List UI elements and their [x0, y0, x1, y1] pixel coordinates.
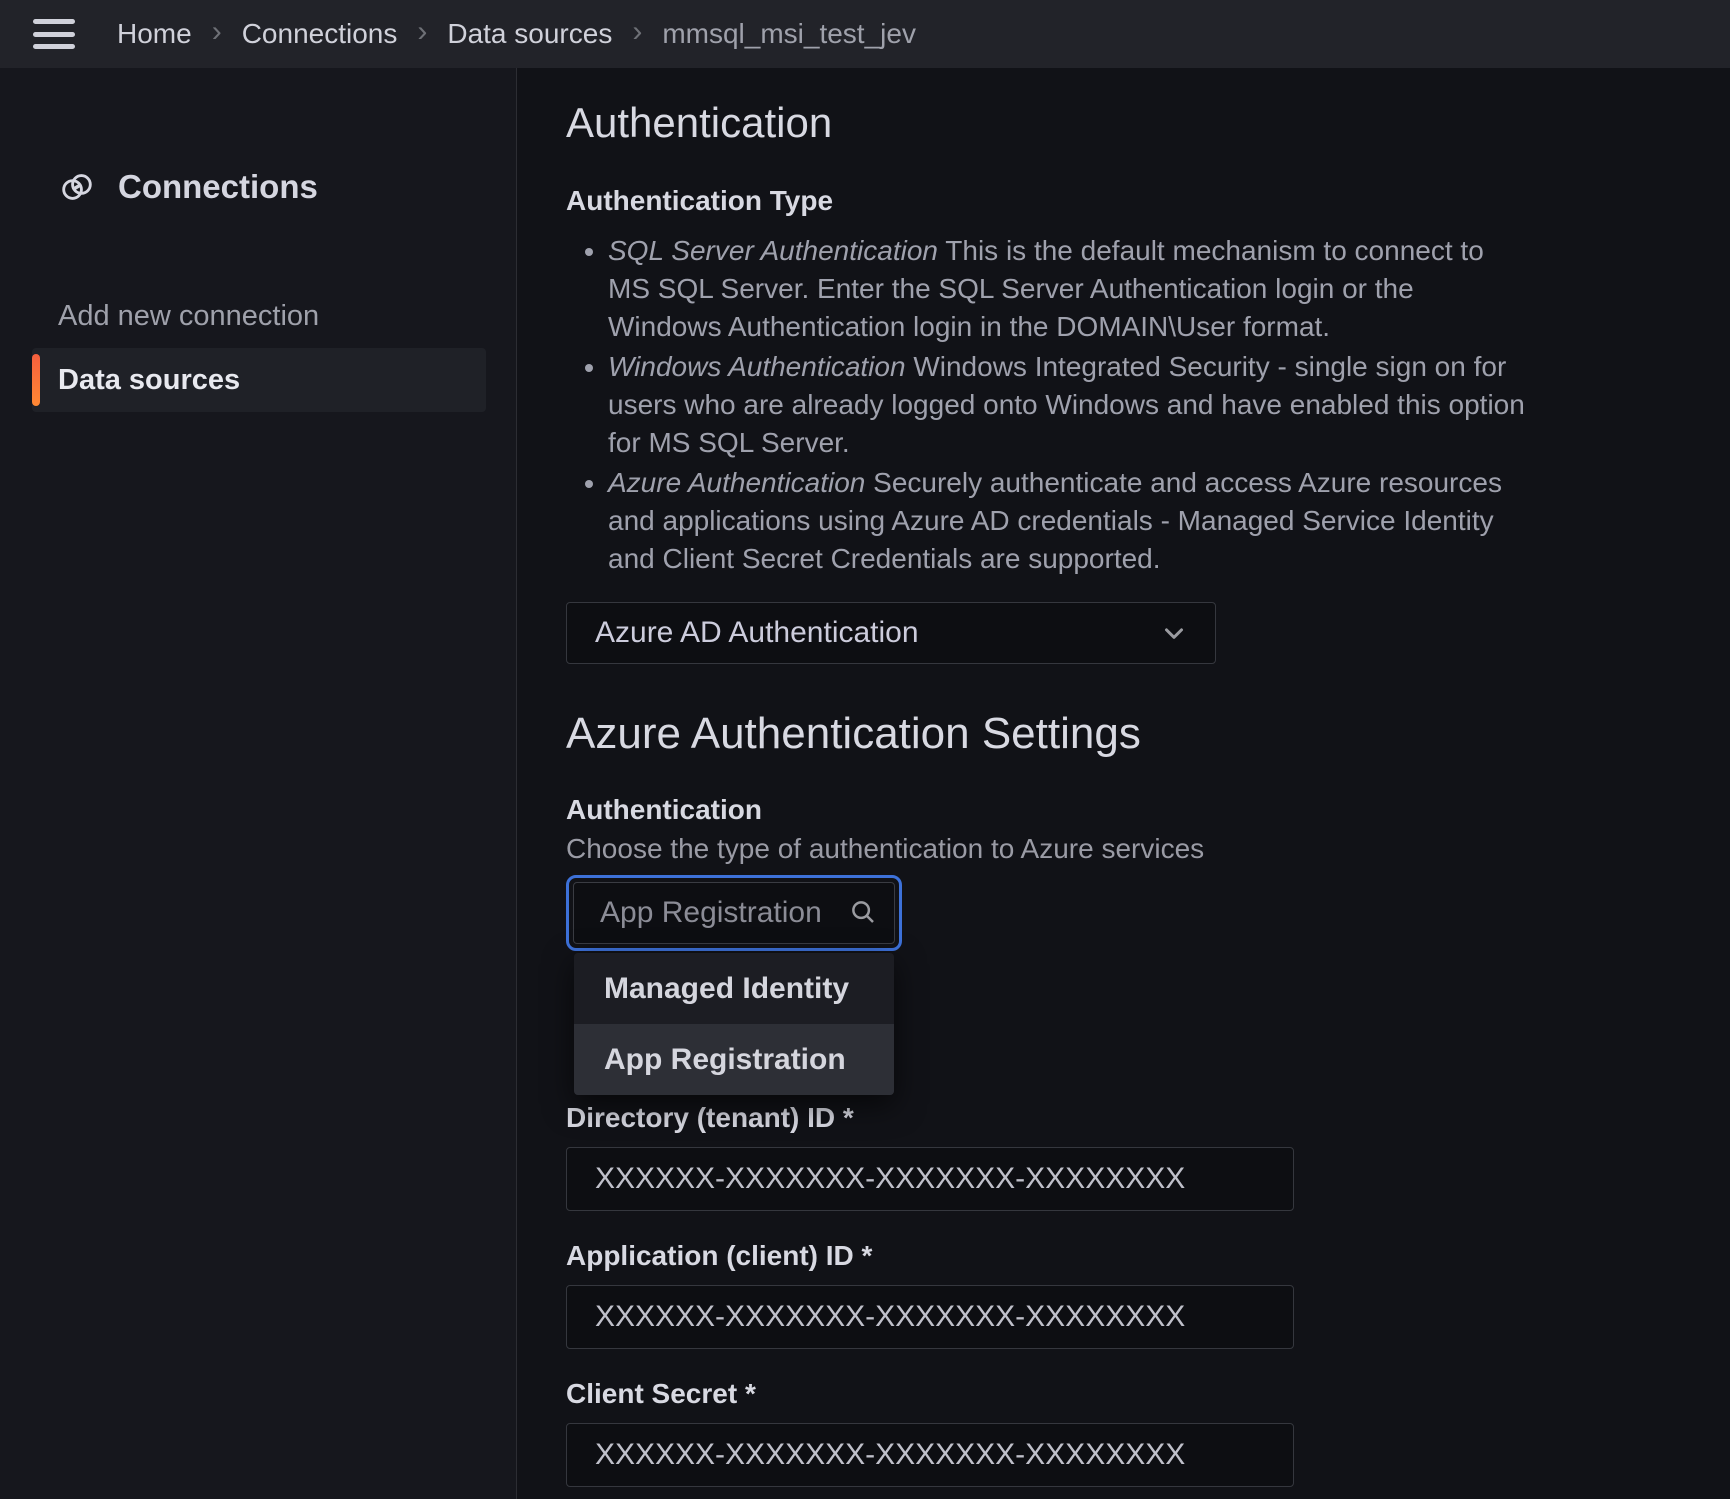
breadcrumb-separator-icon: ›	[417, 17, 427, 47]
azure-authentication-description: Choose the type of authentication to Azu…	[566, 831, 1730, 867]
section-title-authentication: Authentication	[566, 98, 1730, 148]
authentication-type-select[interactable]: Azure AD Authentication	[566, 602, 1216, 664]
sidebar-item-data-sources[interactable]: Data sources	[32, 348, 486, 412]
main-content: Authentication Authentication Type SQL S…	[518, 68, 1730, 1499]
chevron-down-icon	[1159, 618, 1189, 648]
sidebar-nav: Add new connection Data sources	[0, 284, 516, 412]
list-item: SQL Server Authentication This is the de…	[608, 232, 1528, 346]
sidebar: Connections Add new connection Data sour…	[0, 68, 517, 1499]
azure-authentication-combobox: Managed Identity App Registration	[566, 875, 902, 951]
auth-term: SQL Server Authentication	[608, 235, 938, 266]
azure-authentication-label: Authentication	[566, 793, 1730, 827]
directory-tenant-id-group: Directory (tenant) ID *	[566, 1101, 1730, 1211]
client-secret-label: Client Secret *	[566, 1377, 1730, 1411]
dropdown-option-managed-identity[interactable]: Managed Identity	[574, 953, 894, 1024]
topbar: Home › Connections › Data sources › mmsq…	[0, 0, 1730, 68]
breadcrumb: Home › Connections › Data sources › mmsq…	[117, 18, 916, 50]
list-item: Windows Authentication Windows Integrate…	[608, 348, 1528, 462]
sidebar-section-connections[interactable]: Connections	[58, 168, 516, 206]
connections-rings-icon	[58, 168, 96, 206]
grafana-app: Home › Connections › Data sources › mmsq…	[0, 0, 1730, 1499]
application-client-id-group: Application (client) ID *	[566, 1239, 1730, 1349]
breadcrumb-connections[interactable]: Connections	[242, 18, 398, 50]
sidebar-item-add-new-connection[interactable]: Add new connection	[32, 284, 484, 348]
directory-tenant-id-label: Directory (tenant) ID *	[566, 1101, 1730, 1135]
sidebar-title-label: Connections	[118, 168, 318, 206]
breadcrumb-separator-icon: ›	[212, 17, 222, 47]
focus-ring	[566, 875, 902, 951]
azure-authentication-dropdown-menu: Managed Identity App Registration	[574, 953, 894, 1095]
active-indicator	[32, 354, 40, 406]
dropdown-option-app-registration[interactable]: App Registration	[574, 1024, 894, 1095]
auth-type-descriptions: SQL Server Authentication This is the de…	[566, 232, 1528, 578]
authentication-type-select-value: Azure AD Authentication	[595, 616, 919, 650]
client-secret-input[interactable]	[566, 1423, 1294, 1487]
breadcrumb-home[interactable]: Home	[117, 18, 192, 50]
breadcrumb-data-sources[interactable]: Data sources	[447, 18, 612, 50]
breadcrumb-current-datasource: mmsql_msi_test_jev	[662, 18, 916, 50]
breadcrumb-separator-icon: ›	[632, 17, 642, 47]
auth-term: Windows Authentication	[608, 351, 906, 382]
authentication-type-label: Authentication Type	[566, 184, 1730, 218]
list-item: Azure Authentication Securely authentica…	[608, 464, 1528, 578]
client-secret-group: Client Secret *	[566, 1377, 1730, 1487]
azure-authentication-select-input[interactable]	[573, 882, 895, 944]
auth-term: Azure Authentication	[608, 467, 865, 498]
directory-tenant-id-input[interactable]	[566, 1147, 1294, 1211]
application-client-id-input[interactable]	[566, 1285, 1294, 1349]
section-title-azure-settings: Azure Authentication Settings	[566, 708, 1730, 761]
application-client-id-label: Application (client) ID *	[566, 1239, 1730, 1273]
menu-toggle-button[interactable]	[33, 17, 77, 51]
